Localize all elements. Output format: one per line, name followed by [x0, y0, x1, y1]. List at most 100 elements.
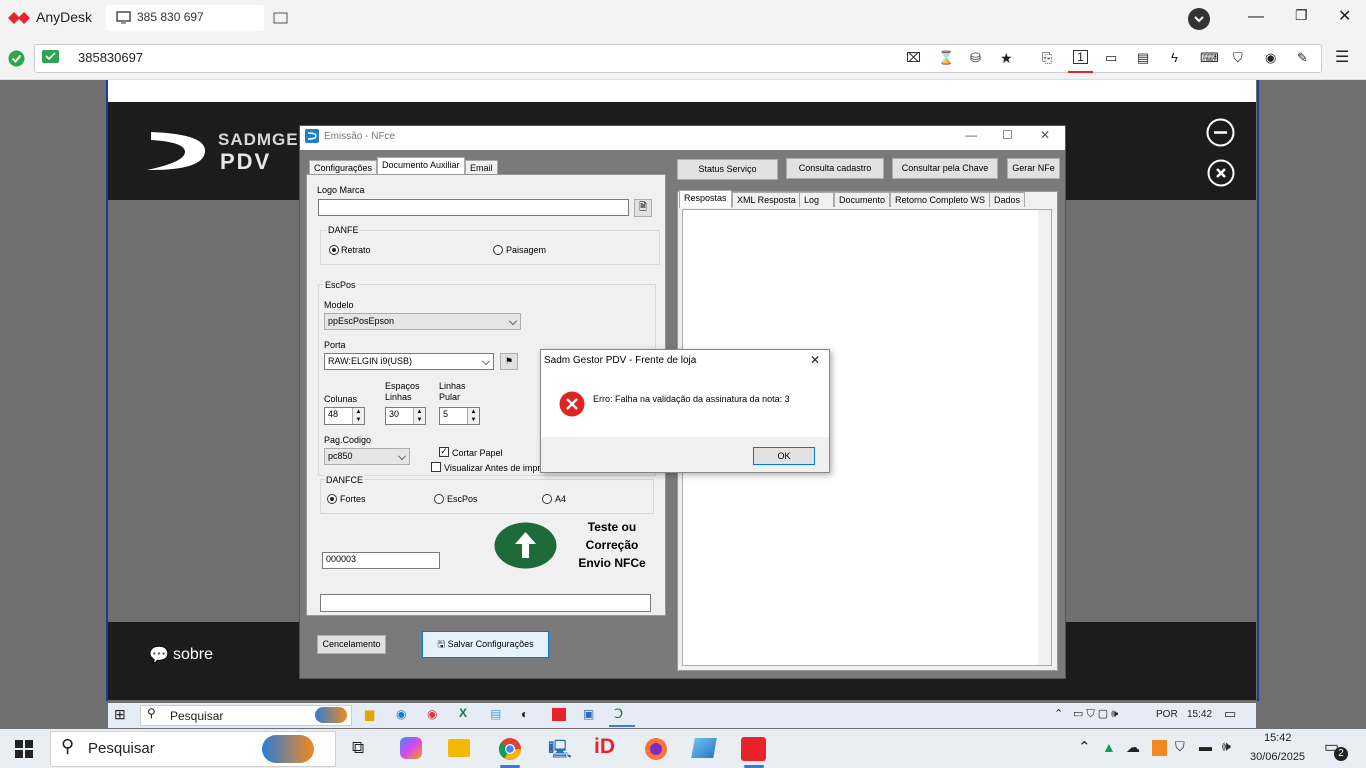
tab-xml-resposta[interactable]: XML Resposta	[732, 192, 801, 207]
actions-icon[interactable]: ϟ	[1171, 50, 1187, 66]
clock-time[interactable]: 15:42	[1264, 732, 1292, 744]
database-icon[interactable]: ⛁	[970, 50, 986, 66]
cortar-papel-checkbox[interactable]: ✓	[439, 447, 449, 457]
spin-arrows-icon[interactable]: ▲ ▼	[467, 408, 479, 424]
firefox-icon[interactable]	[644, 737, 668, 761]
gerar-nfe-button[interactable]: Gerar NFe	[1007, 158, 1060, 179]
danfce-a4-radio[interactable]	[542, 494, 552, 504]
remote-notification-icon[interactable]: ▭	[1224, 706, 1236, 722]
logo-marca-input[interactable]	[318, 199, 629, 216]
anydesk-taskbar-icon[interactable]	[741, 737, 766, 761]
file-explorer-icon[interactable]	[448, 739, 470, 757]
hamburger-menu-icon[interactable]: ☰	[1335, 47, 1351, 66]
new-session-icon[interactable]	[273, 12, 289, 26]
remote-clock[interactable]: 15:42	[1187, 709, 1212, 720]
respostas-scrollbar[interactable]	[1038, 210, 1051, 665]
tab-respostas[interactable]: Respostas	[679, 190, 732, 208]
danfce-fortes-radio[interactable]	[327, 494, 337, 504]
status-text-field[interactable]	[320, 594, 651, 612]
sobre-icon[interactable]: 💬	[149, 645, 169, 665]
network-computer-icon[interactable]: 🖳	[548, 737, 572, 767]
windows-start-icon[interactable]	[15, 740, 33, 758]
teste-text-3[interactable]: Envio NFCe	[573, 556, 651, 570]
onedrive-icon[interactable]: ☁	[1126, 739, 1140, 756]
tab-documento-auxiliar[interactable]: Documento Auxiliar	[377, 157, 465, 174]
tab-retorno-completo[interactable]: Retorno Completo WS	[890, 192, 991, 207]
spin-arrows-icon[interactable]: ▲ ▼	[352, 408, 364, 424]
keyboard-icon[interactable]: ⌨	[1200, 50, 1219, 66]
restore-icon[interactable]: ❐	[1295, 7, 1308, 24]
remote-excel-icon[interactable]: X	[459, 706, 467, 720]
id-app-icon[interactable]: iD	[594, 735, 615, 759]
cancelamento-button[interactable]: Cencelamento	[317, 635, 386, 654]
task-view-icon[interactable]: ⧉	[352, 738, 364, 758]
danfce-escpos-radio[interactable]	[434, 494, 444, 504]
win-maximize-icon[interactable]: ☐	[1002, 128, 1013, 142]
record-icon[interactable]: ◉	[1265, 50, 1281, 66]
monitor-select-icon[interactable]: 1	[1073, 50, 1088, 64]
colunas-spinner[interactable]: 48 ▲ ▼	[324, 407, 365, 425]
spin-arrows-icon[interactable]: ▲ ▼	[413, 408, 425, 424]
display-icon[interactable]: ▭	[1105, 50, 1121, 66]
remote-tray-chevron-icon[interactable]: ⌃	[1054, 707, 1063, 720]
remote-chrome-icon[interactable]: ◉	[427, 707, 437, 721]
tray-chevron-icon[interactable]: ⌃	[1078, 738, 1091, 756]
close-icon[interactable]: ✕	[1338, 6, 1351, 26]
account-menu-icon[interactable]	[1188, 8, 1210, 30]
win-minimize-icon[interactable]: —	[965, 128, 977, 142]
remote-folder-icon[interactable]: ▆	[365, 707, 374, 721]
hourglass-icon[interactable]: ⌛	[938, 50, 954, 66]
notes-app-icon[interactable]	[691, 738, 717, 758]
pdv-close-icon[interactable]	[1207, 159, 1235, 187]
pagcodigo-select[interactable]: pc850	[324, 448, 410, 465]
draw-icon[interactable]: ✎	[1297, 50, 1313, 66]
porta-search-button[interactable]: ⚑	[500, 353, 518, 370]
status-servico-button[interactable]: Status Serviço	[677, 159, 778, 180]
danfe-paisagem-radio[interactable]	[493, 245, 503, 255]
tray-app-icon[interactable]	[1152, 740, 1167, 756]
tab-documento[interactable]: Documento	[834, 192, 891, 207]
google-drive-icon[interactable]: ▲	[1102, 739, 1116, 755]
upload-arrow-icon[interactable]	[494, 522, 557, 569]
tab-dados[interactable]: Dados	[989, 192, 1026, 207]
address-input[interactable]	[34, 44, 1322, 73]
ok-button[interactable]: OK	[753, 447, 815, 465]
permissions-icon[interactable]: ⛉	[1233, 50, 1249, 66]
teste-text-2[interactable]: Correção	[580, 538, 644, 552]
logo-browse-button[interactable]: 🗎	[634, 199, 652, 217]
privacy-icon[interactable]: ⌧	[906, 50, 922, 66]
numero-input[interactable]: 000003	[322, 552, 440, 569]
tab-email[interactable]: Email	[465, 160, 498, 174]
modelo-select[interactable]: ppEscPosEpson	[324, 313, 521, 330]
danfe-retrato-radio[interactable]	[329, 245, 339, 255]
remote-notepad-icon[interactable]: ▤	[490, 707, 501, 721]
dialog-close-icon[interactable]: ✕	[810, 353, 820, 367]
copilot-icon[interactable]	[400, 737, 422, 759]
chrome-icon[interactable]	[498, 737, 522, 761]
remote-anydesk-icon[interactable]	[552, 708, 566, 721]
tab-log[interactable]: Log	[799, 192, 834, 207]
network-icon[interactable]: ▬	[1199, 739, 1212, 754]
espacos-spinner[interactable]: 30 ▲ ▼	[385, 407, 426, 425]
file-transfer-icon[interactable]: ⎘	[1042, 50, 1058, 66]
tray-usb-icon[interactable]: ⛉	[1175, 739, 1185, 755]
chat-icon[interactable]: ▤	[1137, 50, 1153, 66]
remote-app-icon[interactable]: ◐	[521, 707, 528, 721]
clock-date[interactable]: 30/06/2025	[1250, 751, 1305, 763]
linhas-spinner[interactable]: 5 ▲ ▼	[439, 407, 480, 425]
sobre-link[interactable]: sobre	[173, 646, 213, 664]
consulta-cadastro-button[interactable]: Consulta cadastro	[786, 158, 884, 179]
teste-text-1[interactable]: Teste ou	[585, 520, 639, 534]
visualizar-checkbox[interactable]	[431, 462, 441, 472]
salvar-configuracoes-button[interactable]: 🖫 Salvar Configurações	[422, 631, 549, 658]
win-close-icon[interactable]: ✕	[1040, 128, 1050, 142]
porta-select[interactable]: RAW:ELGIN i9(USB)	[324, 353, 494, 370]
remote-lang[interactable]: POR	[1156, 709, 1178, 720]
remote-start-icon[interactable]: ⊞	[114, 706, 126, 723]
minimize-icon[interactable]: —	[1248, 8, 1264, 26]
tab-configuracoes[interactable]: Configurações	[309, 160, 378, 174]
star-icon[interactable]: ★	[1000, 50, 1016, 66]
pdv-minimize-icon[interactable]	[1206, 118, 1235, 147]
remote-edge-icon[interactable]: ◉	[396, 707, 406, 721]
remote-sadm-icon[interactable]: Ↄ	[614, 706, 623, 722]
